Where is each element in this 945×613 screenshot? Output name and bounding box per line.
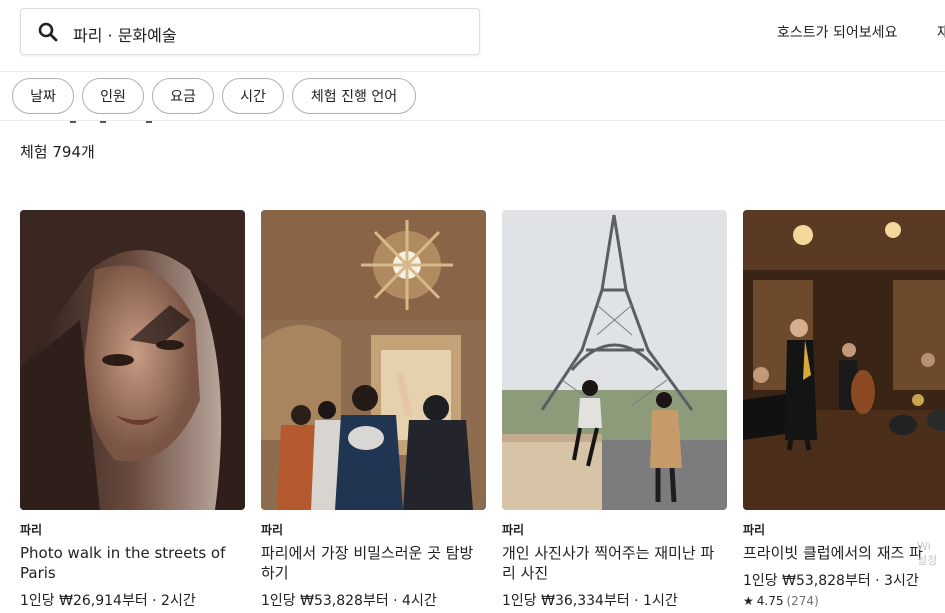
card-title[interactable]: Photo walk in the streets of Paris (20, 543, 235, 583)
watermark-line: 설정 (917, 554, 938, 567)
os-activation-watermark: Wi 설정 (917, 540, 937, 568)
filter-bar: 날짜 인원 요금 시간 체험 진행 언어 (0, 72, 945, 121)
filter-price-button[interactable]: 요금 (152, 78, 214, 114)
card-location: 파리 (20, 523, 43, 537)
card-image-palace-tour[interactable] (261, 210, 486, 510)
clipped-content-edge (70, 121, 160, 123)
search-input[interactable]: 파리 · 문화예술 (73, 22, 177, 46)
card-title[interactable]: 개인 사진사가 찍어주는 재미난 파리 사진 (502, 543, 717, 583)
card-price: 1인당 ₩53,828부터 · 4시간 (261, 593, 437, 609)
review-count: (274) (786, 594, 819, 608)
filter-time-button[interactable]: 시간 (222, 78, 284, 114)
filter-language-button[interactable]: 체험 진행 언어 (292, 78, 416, 114)
card-title[interactable]: 프라이빗 클럽에서의 재즈 파 (743, 543, 945, 563)
card-title[interactable]: 파리에서 가장 비밀스러운 곳 탐방하기 (261, 543, 476, 583)
card-location: 파리 (502, 523, 525, 537)
card-image-jazz-club[interactable] (743, 210, 945, 510)
filter-date-button[interactable]: 날짜 (12, 78, 74, 114)
become-host-link[interactable]: 호스트가 되어보세요 (777, 22, 897, 42)
card-rating: ★ 4.75 (274) (743, 594, 819, 608)
card-location: 파리 (261, 523, 284, 537)
results-count: 체험 794개 (20, 143, 95, 161)
filter-guests-button[interactable]: 인원 (82, 78, 144, 114)
card-image-eiffel-photo[interactable] (502, 210, 727, 510)
header-link-cut[interactable]: 재 (937, 22, 945, 42)
card-image-portrait[interactable] (20, 210, 245, 510)
search-box[interactable]: 파리 · 문화예술 (20, 8, 480, 55)
rating-value: 4.75 (756, 594, 784, 608)
header: 파리 · 문화예술 호스트가 되어보세요 재 (0, 0, 945, 72)
card-price: 1인당 ₩36,334부터 · 1시간 (502, 593, 678, 609)
star-icon: ★ (743, 594, 754, 608)
card-location: 파리 (743, 523, 766, 537)
card-price: 1인당 ₩53,828부터 · 3시간 (743, 573, 919, 589)
watermark-line: Wi (917, 540, 931, 553)
card-price: 1인당 ₩26,914부터 · 2시간 (20, 593, 196, 609)
search-icon (38, 22, 58, 42)
